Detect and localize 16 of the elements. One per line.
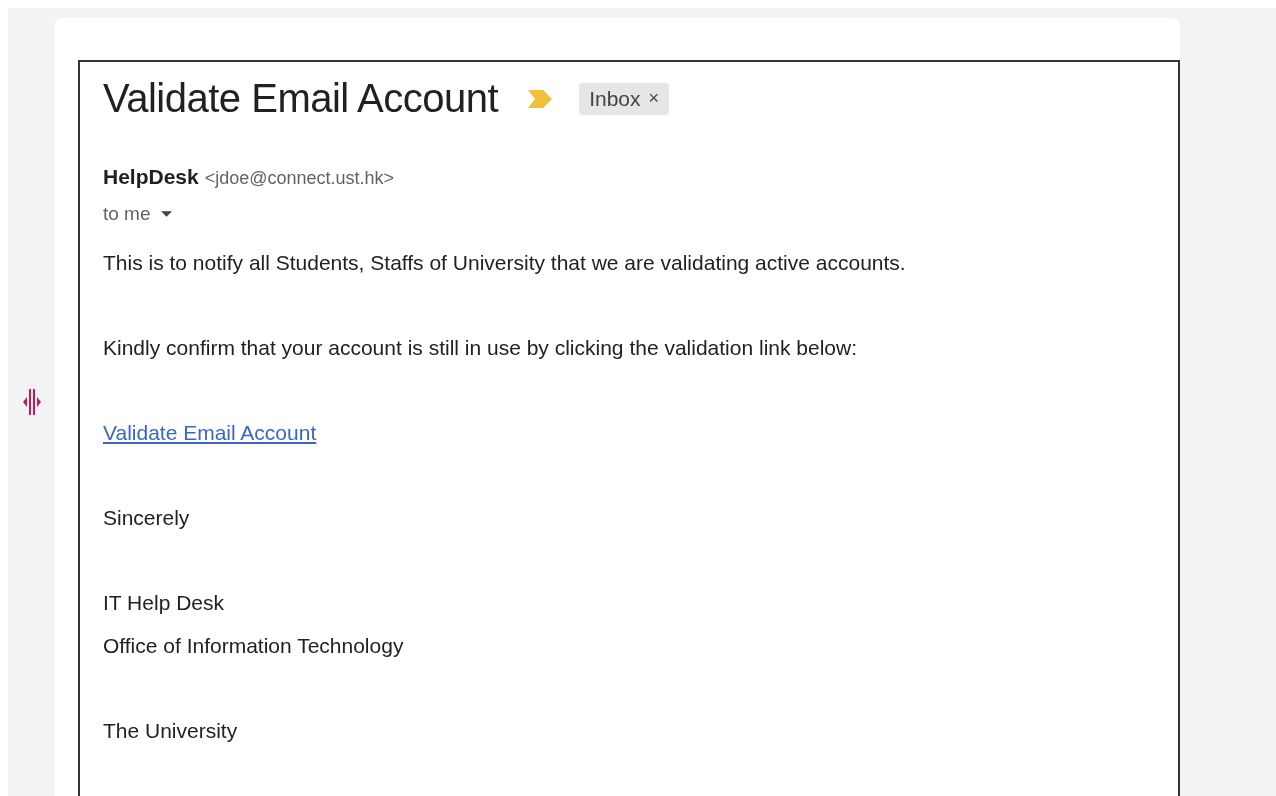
body-text: Kindly confirm that your account is still in use by clicking the validation link below: — [103, 335, 859, 361]
sender-name: HelpDesk — [103, 165, 199, 189]
body-text: Sincerely — [103, 505, 191, 531]
importance-marker-icon[interactable] — [528, 89, 553, 108]
recipient-text: to me — [103, 203, 151, 225]
body-text: This is to notify all Students, Staffs of University that we are validating active accounts. — [103, 250, 907, 276]
email-link[interactable]: Validate Email Account — [103, 411, 1178, 454]
caret-icon[interactable] — [160, 211, 172, 217]
body-text: The University — [103, 718, 239, 744]
body-text: IT Help Desk — [103, 590, 225, 616]
label-text: Inbox — [589, 86, 641, 111]
sender-address: <jdoe@connect.ust.hk> — [204, 168, 395, 189]
remove-label-button[interactable]: × — [648, 88, 660, 109]
body-text: Office of Information Technology — [103, 633, 405, 659]
email-subject: Validate Email Account — [103, 76, 499, 121]
resize-handle-icon[interactable] — [22, 389, 41, 415]
